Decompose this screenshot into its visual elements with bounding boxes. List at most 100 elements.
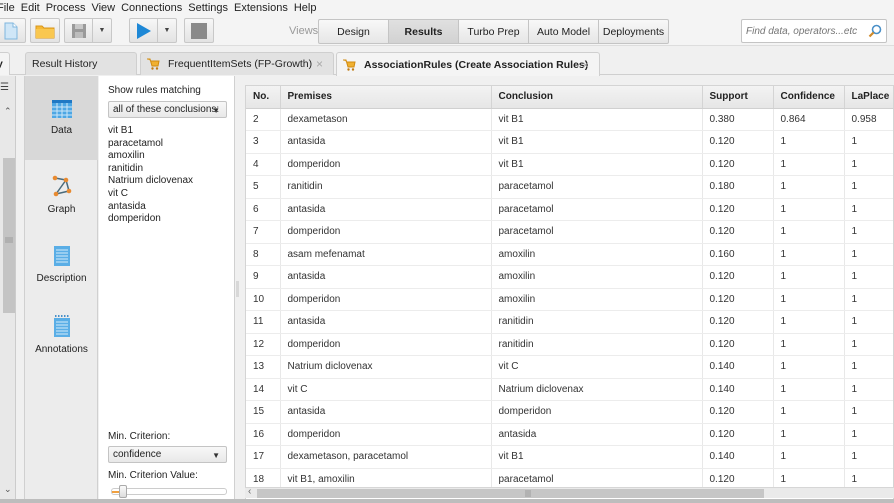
left-panel-tab[interactable]: y (0, 52, 10, 75)
table-row[interactable]: 10 domperidon amoxilin 0.120 1 1 (246, 288, 893, 311)
match-mode-select[interactable]: all of these conclusions: ▼ (108, 101, 227, 118)
save-button[interactable] (65, 19, 93, 42)
new-process-button[interactable] (0, 18, 26, 43)
scroll-up-icon[interactable]: ⌃ (4, 106, 12, 117)
view-results[interactable]: Results (389, 20, 459, 43)
nav-data[interactable]: Data (25, 76, 98, 160)
table-cell: 0.120 (702, 423, 774, 446)
column-header[interactable]: Confidence (773, 86, 845, 109)
scrollbar-grip (5, 237, 13, 243)
scroll-down-icon[interactable]: ⌄ (4, 484, 12, 495)
run-button[interactable] (130, 19, 158, 42)
min-criterion-value-label: Min. Criterion Value: (108, 470, 198, 481)
run-dropdown[interactable]: ▼ (158, 19, 176, 42)
run-play-icon (136, 22, 151, 39)
conclusion-item[interactable]: amoxilin (108, 150, 193, 163)
table-cell: 13 (246, 355, 281, 379)
conclusion-item[interactable]: Natrium diclovenax (108, 175, 193, 188)
run-button-group: ▼ (129, 18, 177, 43)
column-header[interactable]: Conclusion (491, 86, 703, 109)
conclusion-item[interactable]: antasida (108, 201, 193, 214)
table-row[interactable]: 12 domperidon ranitidin 0.120 1 1 (246, 333, 893, 356)
table-cell: 1 (773, 288, 845, 311)
search-icon[interactable] (868, 24, 882, 41)
table-cell: 1 (844, 400, 893, 424)
table-cell: 1 (773, 153, 845, 176)
table-row[interactable]: 11 antasida ranitidin 0.120 1 1 (246, 310, 893, 334)
description-icon (53, 246, 70, 269)
table-cell: 1 (773, 378, 845, 401)
table-cell: amoxilin (491, 265, 703, 289)
view-deployments[interactable]: Deployments (599, 20, 668, 43)
panel-splitter[interactable] (236, 76, 242, 503)
nav-description[interactable]: Description (25, 230, 98, 300)
table-cell: 10 (246, 288, 281, 311)
table-cell: 1 (844, 130, 893, 154)
column-header[interactable]: Support (702, 86, 774, 109)
close-icon[interactable]: × (316, 57, 323, 71)
tab-result-history[interactable]: Result History (25, 52, 137, 75)
left-panel-scrollbar[interactable]: ☰ ⌃ ⌄ (0, 76, 16, 503)
view-turbo-prep[interactable]: Turbo Prep (459, 20, 529, 43)
scrollbar-grip (525, 490, 531, 497)
table-row[interactable]: 9 antasida amoxilin 0.120 1 1 (246, 265, 893, 289)
tab-association-rules[interactable]: AssociationRules (Create Association Rul… (336, 52, 600, 76)
menu-process[interactable]: Process (46, 2, 92, 14)
table-row[interactable]: 16 domperidon antasida 0.120 1 1 (246, 423, 893, 446)
conclusion-item[interactable]: vit B1 (108, 125, 193, 138)
conclusion-item[interactable]: paracetamol (108, 138, 193, 151)
menu-file[interactable]: File (0, 2, 21, 14)
table-row[interactable]: 14 vit C Natrium diclovenax 0.140 1 1 (246, 378, 893, 401)
conclusion-item[interactable]: ranitidin (108, 163, 193, 176)
table-cell: 0.120 (702, 198, 774, 221)
table-row[interactable]: 8 asam mefenamat amoxilin 0.160 1 1 (246, 243, 893, 266)
table-row[interactable]: 13 Natrium diclovenax vit C 0.140 1 1 (246, 355, 893, 379)
table-row[interactable]: 3 antasida vit B1 0.120 1 1 (246, 130, 893, 154)
table-row[interactable]: 5 ranitidin paracetamol 0.180 1 1 (246, 175, 893, 199)
table-cell: 1 (773, 220, 845, 244)
table-row[interactable]: 7 domperidon paracetamol 0.120 1 1 (246, 220, 893, 244)
search-input[interactable] (746, 25, 868, 37)
menu-view[interactable]: View (91, 2, 121, 14)
menu-help[interactable]: Help (294, 2, 323, 14)
slider-knob[interactable] (118, 485, 127, 498)
conclusion-item[interactable]: vit C (108, 188, 193, 201)
column-header[interactable]: Premises (280, 86, 492, 109)
open-process-button[interactable] (30, 18, 60, 43)
tab-frequent-itemsets[interactable]: FrequentItemSets (FP-Growth) × (140, 52, 334, 75)
table-row[interactable]: 6 antasida paracetamol 0.120 1 1 (246, 198, 893, 221)
min-criterion-select[interactable]: confidence ▼ (108, 446, 227, 463)
conclusion-item[interactable]: domperidon (108, 213, 193, 226)
scroll-left-icon[interactable]: ‹ (248, 486, 251, 497)
table-cell: vit B1 (491, 153, 703, 176)
view-auto-model[interactable]: Auto Model (529, 20, 599, 43)
table-horizontal-scrollbar[interactable]: ‹ (245, 486, 894, 498)
table-row[interactable]: 2 dexametason vit B1 0.380 0.864 0.958 (246, 108, 893, 131)
table-row[interactable]: 17 dexametason, paracetamol vit B1 0.140 1 1 (246, 445, 893, 469)
view-design[interactable]: Design (319, 20, 389, 43)
table-cell: asam mefenamat (280, 243, 492, 266)
scrollbar-thumb[interactable] (257, 489, 764, 498)
min-criterion-value-slider[interactable] (111, 485, 227, 498)
table-cell: 11 (246, 310, 281, 334)
table-cell: 0.140 (702, 378, 774, 401)
column-header[interactable]: LaPlace (844, 86, 893, 109)
menu-extensions[interactable]: Extensions (234, 2, 294, 14)
show-rules-label: Show rules matching (108, 85, 201, 96)
nav-annotations[interactable]: Annotations (25, 300, 98, 370)
close-icon[interactable]: × (582, 58, 589, 72)
table-row[interactable]: 4 domperidon vit B1 0.120 1 1 (246, 153, 893, 176)
table-row[interactable]: 15 antasida domperidon 0.120 1 1 (246, 400, 893, 424)
table-cell: 0.380 (702, 108, 774, 131)
list-menu-icon[interactable]: ☰ (0, 82, 9, 93)
save-dropdown[interactable]: ▼ (93, 19, 111, 42)
menu-connections[interactable]: Connections (121, 2, 188, 14)
table-cell: 1 (844, 333, 893, 356)
menu-settings[interactable]: Settings (188, 2, 234, 14)
column-header[interactable]: No. (246, 86, 281, 109)
nav-graph[interactable]: Graph (25, 160, 98, 230)
table-cell: 0.120 (702, 310, 774, 334)
stop-button[interactable] (184, 18, 214, 43)
scrollbar-thumb[interactable] (3, 158, 15, 313)
menu-edit[interactable]: Edit (21, 2, 46, 14)
